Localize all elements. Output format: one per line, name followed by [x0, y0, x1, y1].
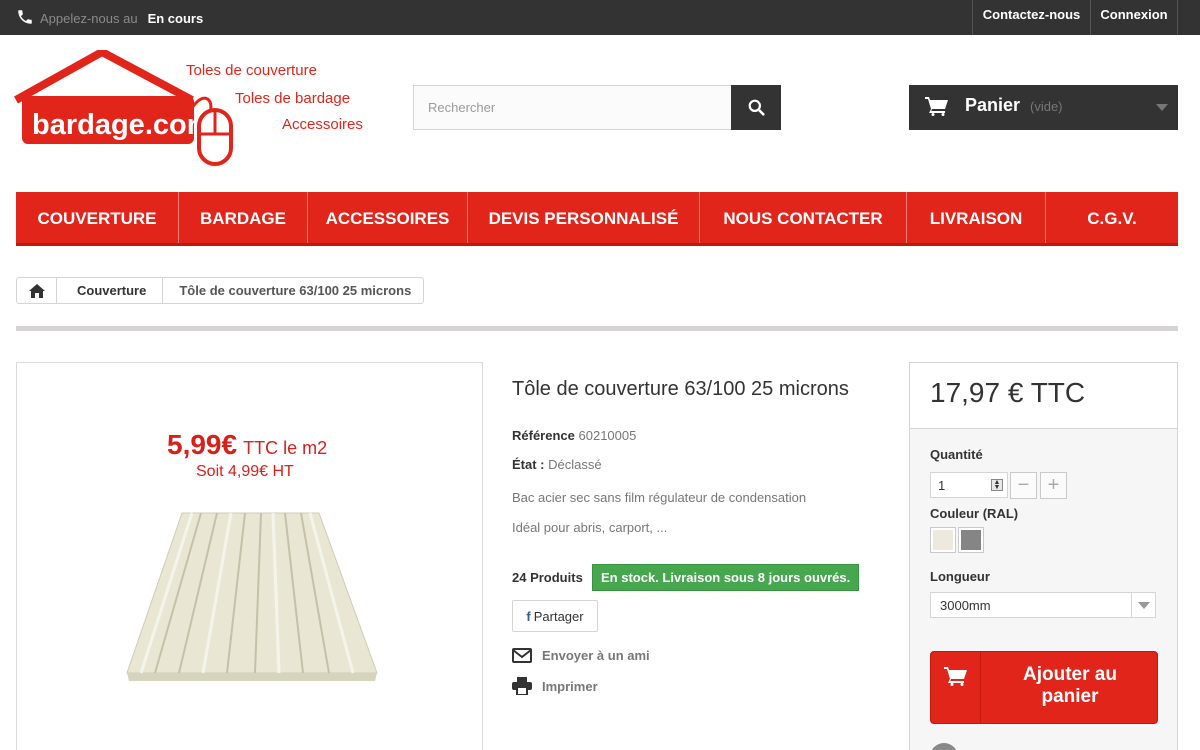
print-link[interactable]: Imprimer	[512, 677, 598, 695]
search-input[interactable]	[414, 86, 731, 129]
product-price: 17,97 € TTC	[910, 363, 1177, 429]
product-image[interactable]: 5,99€ TTC le m2 Soit 4,99€ HT	[16, 362, 483, 750]
printer-icon	[512, 677, 532, 695]
cart-icon	[925, 96, 949, 121]
quantity-decrease-button[interactable]: −	[1010, 472, 1037, 499]
cart-button[interactable]: Panier (vide)	[909, 85, 1178, 130]
nav-item-contact[interactable]: NOUS CONTACTER	[700, 192, 907, 243]
color-swatch-grey[interactable]	[958, 527, 984, 553]
product-state: État : Déclassé	[512, 457, 602, 472]
send-to-friend-link[interactable]: Envoyer à un ami	[512, 648, 650, 663]
stock-badge: En stock. Livraison sous 8 jours ouvrés.	[592, 564, 860, 591]
add-to-cart-label: Ajouter au panier	[983, 664, 1157, 708]
cart-status: (vide)	[1030, 99, 1063, 114]
site-logo[interactable]: bardage.com Toles de couverture Toles de…	[14, 48, 394, 170]
breadcrumb: Couverture Tôle de couverture 63/100 25 …	[16, 277, 425, 304]
quantity-label: Quantité	[930, 447, 983, 462]
chevron-down-icon	[1156, 104, 1168, 111]
nav-item-livraison[interactable]: LIVRAISON	[907, 192, 1046, 243]
roof-sheet-picture	[126, 512, 378, 681]
nav-item-cgv[interactable]: C.G.V.	[1046, 192, 1178, 243]
facebook-icon: f	[526, 608, 531, 624]
search-icon	[748, 99, 765, 116]
nav-item-devis[interactable]: DEVIS PERSONNALISÉ	[468, 192, 700, 243]
length-value: 3000mm	[940, 598, 991, 613]
svg-text:bardage.com: bardage.com	[32, 109, 213, 141]
cart-icon	[931, 652, 981, 723]
phone-icon	[16, 8, 34, 29]
search-bar	[413, 85, 781, 130]
nav-item-bardage[interactable]: BARDAGE	[179, 192, 308, 243]
reference-value: 60210005	[578, 428, 637, 443]
envelope-icon	[512, 648, 532, 663]
product-quantity-count: 24 Produits	[512, 570, 583, 585]
color-swatch-light[interactable]	[930, 527, 956, 553]
contact-link[interactable]: Contactez-nous	[972, 0, 1090, 35]
product-quantity: 24 Produits	[512, 570, 583, 585]
quantity-value: 1	[938, 478, 946, 493]
breadcrumb-category[interactable]: Couverture	[57, 278, 164, 303]
length-select[interactable]: 3000mm	[930, 592, 1156, 618]
product-title: Tôle de couverture 63/100 25 microns	[512, 378, 849, 400]
breadcrumb-current: Tôle de couverture 63/100 25 microns	[179, 283, 412, 298]
nav-item-couverture[interactable]: COUVERTURE	[16, 192, 179, 243]
home-icon	[28, 283, 45, 298]
main-nav: COUVERTURE BARDAGE ACCESSOIRES DEVIS PER…	[16, 192, 1178, 246]
print-label: Imprimer	[542, 678, 598, 694]
breadcrumb-home[interactable]	[17, 278, 57, 303]
phone-label: Appelez-nous au	[40, 11, 138, 26]
buy-box: 17,97 € TTC Quantité 1 ▲ ▼ − + Couleur (R…	[909, 362, 1178, 750]
share-button[interactable]: f Partager	[512, 600, 598, 632]
quantity-increase-button[interactable]: +	[1040, 472, 1067, 499]
nav-item-accessoires[interactable]: ACCESSOIRES	[308, 192, 468, 243]
color-label: Couleur (RAL)	[930, 506, 1019, 521]
send-to-friend-label: Envoyer à un ami	[542, 648, 650, 663]
divider	[16, 326, 1178, 331]
length-label: Longueur	[930, 569, 990, 584]
reference-label: Référence	[512, 428, 575, 443]
add-to-cart-line-2: panier	[1041, 686, 1099, 707]
add-to-cart-line-1: Ajouter au	[1023, 664, 1117, 685]
state-label: État :	[512, 457, 545, 472]
logo-tagline-1: Toles de couverture	[186, 62, 317, 79]
search-button[interactable]	[731, 85, 781, 130]
quantity-spinner-icon[interactable]: ▲ ▼	[991, 479, 1003, 491]
quantity-input[interactable]: 1 ▲ ▼	[930, 472, 1008, 498]
add-to-cart-button[interactable]: Ajouter au panier	[930, 651, 1158, 724]
cart-title: Panier	[965, 95, 1021, 115]
share-label: Partager	[533, 608, 584, 624]
logo-tagline-2: Toles de bardage	[235, 90, 351, 107]
product-description-2: Idéal pour abris, carport, ...	[512, 520, 668, 535]
phone-info: Appelez-nous au En cours	[16, 8, 203, 29]
phone-value: En cours	[147, 11, 204, 26]
chevron-down-icon	[1131, 593, 1155, 617]
logo-tagline-3: Accessoires	[282, 116, 363, 133]
product-reference: Référence 60210005	[512, 428, 636, 443]
top-bar: Appelez-nous au En cours Contactez-nous …	[0, 0, 1200, 35]
login-link[interactable]: Connexion	[1090, 0, 1178, 35]
product-description-1: Bac acier sec sans film régulateur de co…	[512, 490, 807, 505]
more-options-icon[interactable]	[930, 743, 958, 750]
state-value: Déclassé	[548, 457, 602, 472]
